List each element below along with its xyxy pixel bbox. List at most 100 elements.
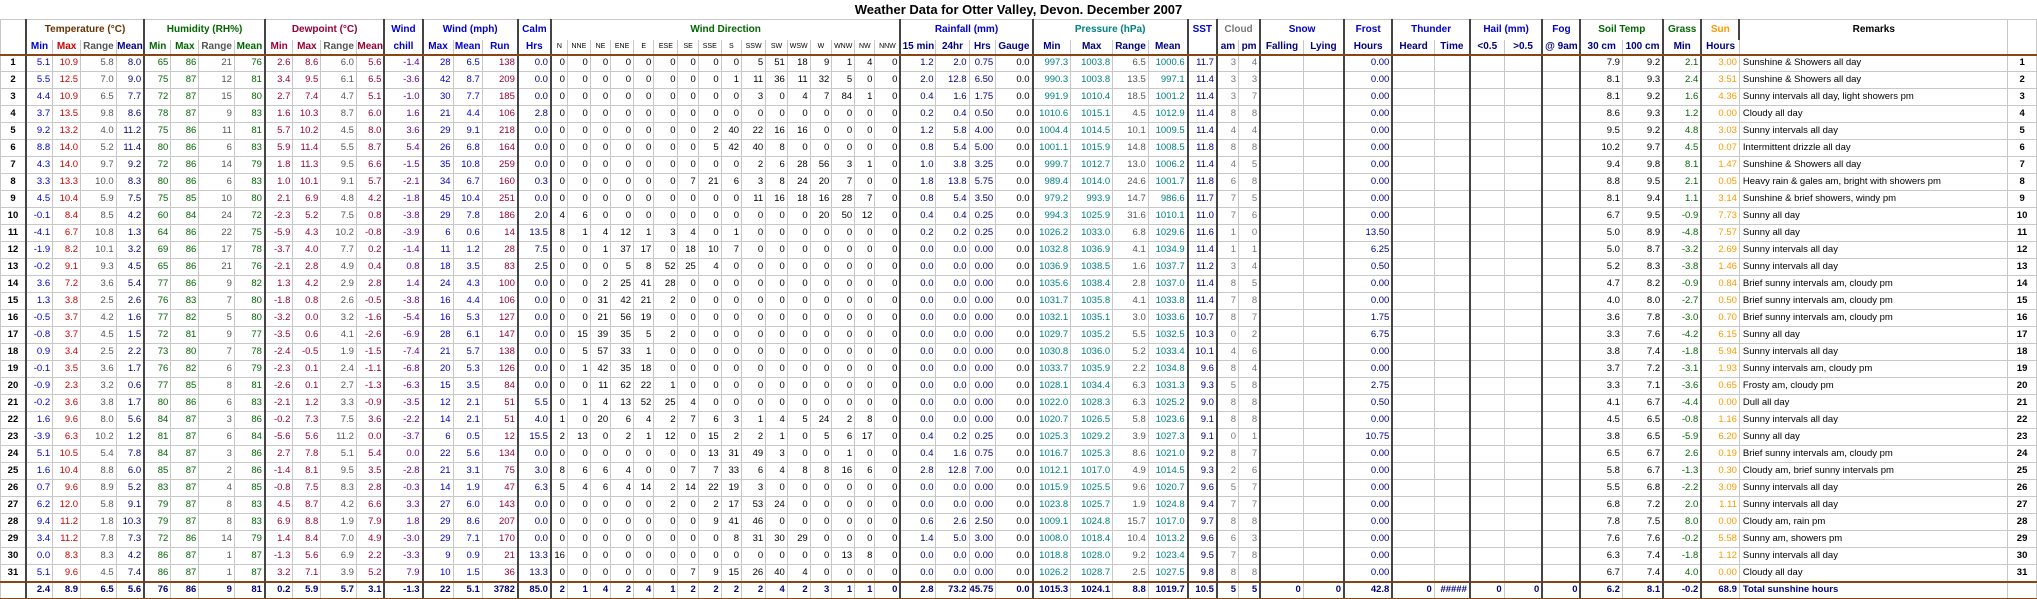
data-cell: 999.7 xyxy=(1031,156,1072,174)
data-cell: 8.3 xyxy=(320,479,357,497)
data-cell: 0.0 xyxy=(899,394,937,412)
data-cell: 997.1 xyxy=(1147,71,1189,89)
data-cell: 8 xyxy=(1215,275,1240,293)
data-cell: 8.3 xyxy=(52,547,82,565)
data-cell xyxy=(1391,513,1435,531)
data-cell xyxy=(1259,207,1304,225)
data-cell: 5.8 xyxy=(1112,411,1149,429)
data-cell: 2.1 xyxy=(1662,54,1702,72)
data-cell: 6.20 xyxy=(1700,428,1740,446)
data-cell xyxy=(1468,343,1505,361)
data-cell: 31.6 xyxy=(1112,207,1149,225)
data-cell xyxy=(1259,360,1304,378)
data-cell: 127 xyxy=(481,309,519,327)
data-cell: 28 xyxy=(786,156,811,174)
data-cell: 9.3 xyxy=(1621,71,1664,89)
data-cell: 4 xyxy=(1215,122,1240,140)
data-cell: 0.00 xyxy=(1343,88,1393,106)
data-cell: 0 xyxy=(831,224,856,242)
data-cell: 7 xyxy=(720,241,743,259)
data-cell: 0 xyxy=(589,122,612,140)
data-cell: 60 xyxy=(143,207,172,225)
data-cell: 5.7 xyxy=(355,173,385,191)
total-cell: 0 xyxy=(1391,580,1435,599)
sub-header: Heard xyxy=(1391,39,1435,56)
data-cell: 21 xyxy=(697,173,722,191)
data-cell xyxy=(1302,54,1345,72)
data-cell xyxy=(1503,54,1543,72)
data-cell: 40 xyxy=(741,139,767,157)
data-cell xyxy=(1503,411,1543,429)
data-cell: -1.6 xyxy=(355,309,385,327)
data-cell: 0 xyxy=(566,105,591,123)
data-cell: 81 xyxy=(143,428,172,446)
data-cell: 2.8 xyxy=(355,275,385,293)
data-cell: 7.2 xyxy=(52,275,82,293)
data-cell: 1031.3 xyxy=(1147,377,1189,395)
day-number-right: 18 xyxy=(2007,343,2037,361)
data-cell: 0 xyxy=(677,513,699,531)
data-cell: 75 xyxy=(143,190,172,208)
data-cell: 12 xyxy=(610,224,634,242)
data-cell xyxy=(1503,156,1543,174)
data-cell: 0 xyxy=(549,190,568,208)
data-cell xyxy=(1468,309,1505,327)
data-cell xyxy=(1503,462,1543,480)
data-cell: 0 xyxy=(854,105,876,123)
data-cell: 0 xyxy=(765,275,788,293)
data-cell: 8.1 xyxy=(1662,156,1702,174)
data-cell: 1 xyxy=(1215,224,1240,242)
data-cell: 15 xyxy=(198,88,235,106)
data-cell xyxy=(1541,258,1581,276)
data-cell: 0 xyxy=(589,173,612,191)
sub-header: Min xyxy=(24,39,54,56)
data-cell: 0 xyxy=(549,258,568,276)
data-cell: 19 xyxy=(632,309,655,327)
data-cell: 5.2 xyxy=(80,139,117,157)
data-cell: 5.1 xyxy=(320,445,357,463)
data-cell: 3 xyxy=(1215,71,1240,89)
data-cell: 0 xyxy=(632,88,655,106)
data-cell: 0 xyxy=(720,105,743,123)
data-cell: 1023.4 xyxy=(1147,547,1189,565)
data-cell: 1018.4 xyxy=(1070,530,1114,548)
data-cell: 25 xyxy=(653,394,679,412)
group-header: SST xyxy=(1186,19,1218,40)
data-cell: 2.1 xyxy=(263,190,294,208)
data-cell: 1017.0 xyxy=(1147,513,1189,531)
data-cell: -1.8 xyxy=(1662,343,1702,361)
data-cell: 0 xyxy=(549,122,568,140)
data-cell: 4.8 xyxy=(1662,122,1702,140)
table-row: 15 1.3 3.8 2.5 2.6 76 83 7 80 -1.8 0.8 2.6 -0.5 -3.8 1… xyxy=(0,292,2037,310)
data-cell: 85 xyxy=(143,462,172,480)
data-cell: 7.57 xyxy=(1700,224,1740,242)
data-cell: 1032.5 xyxy=(1147,326,1189,344)
data-cell: 3.2 xyxy=(115,241,145,259)
data-cell: 1.3 xyxy=(24,292,54,310)
data-cell: 0.0 xyxy=(995,428,1034,446)
data-cell: 15 xyxy=(720,564,743,582)
data-cell xyxy=(1302,462,1345,480)
sub-header: Min xyxy=(1031,39,1072,56)
data-cell: 36 xyxy=(765,71,788,89)
data-cell: 2 xyxy=(653,411,679,429)
data-cell: 0 xyxy=(874,360,901,378)
data-cell: 6.7 xyxy=(1621,462,1664,480)
data-cell: 0.0 xyxy=(899,258,937,276)
data-cell: 0 xyxy=(589,54,612,72)
data-cell: 0 xyxy=(610,105,634,123)
table-row: 14 3.6 7.2 3.6 5.4 77 86 9 82 1.3 4.2 2.9 2.8 1.4 24 4.… xyxy=(0,275,2037,293)
sub-header: SE xyxy=(677,39,699,56)
day-number-right: 2 xyxy=(2007,71,2037,89)
data-cell: 0.2 xyxy=(935,428,970,446)
data-cell: 5.8 xyxy=(80,496,117,514)
data-cell: 7 xyxy=(677,462,699,480)
data-cell: 259 xyxy=(481,156,519,174)
data-cell: 9.7 xyxy=(80,156,117,174)
data-cell: 0 xyxy=(677,139,699,157)
data-cell xyxy=(1503,360,1543,378)
remark-cell: Cloudy all day xyxy=(1738,564,2009,582)
data-cell: 4 xyxy=(786,88,811,106)
data-cell: 1 xyxy=(854,88,876,106)
data-cell: 5.4 xyxy=(80,445,117,463)
